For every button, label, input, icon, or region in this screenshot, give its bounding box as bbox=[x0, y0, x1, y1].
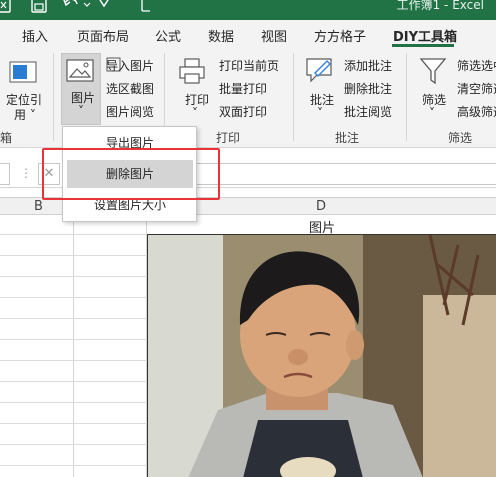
group-label-filter: 筛选 bbox=[448, 131, 473, 145]
row-divider bbox=[0, 360, 147, 361]
portrait-photo bbox=[148, 235, 496, 477]
group-label-toolbox: 箱 bbox=[0, 131, 13, 145]
tab-insert[interactable]: 插入 bbox=[22, 26, 48, 45]
locate-reference-button-line2[interactable]: 用 ˅ bbox=[14, 106, 36, 123]
row-divider bbox=[0, 444, 147, 445]
delete-comment-button[interactable]: 删除批注 bbox=[344, 80, 392, 97]
redo-icon[interactable] bbox=[99, 0, 109, 8]
picture-icon bbox=[66, 59, 94, 82]
touch-mode-icon[interactable] bbox=[141, 0, 150, 12]
group-separator bbox=[406, 53, 407, 141]
filter-selected-button[interactable]: 筛选选中 bbox=[457, 57, 496, 74]
group-separator bbox=[293, 53, 294, 141]
window-title: 工作簿1 - Excel bbox=[396, 0, 484, 12]
save-icon[interactable] bbox=[31, 0, 47, 13]
undo-dropdown-icon[interactable] bbox=[83, 2, 91, 7]
row-divider bbox=[0, 234, 147, 235]
row-divider bbox=[0, 297, 147, 298]
highlight-annotation-box bbox=[42, 148, 220, 200]
row-divider bbox=[0, 381, 147, 382]
formula-bar-grip[interactable]: ⋮ bbox=[20, 166, 32, 180]
quick-access-toolbar bbox=[0, 0, 150, 13]
print-dropdown-caret[interactable]: ˅ bbox=[192, 106, 198, 120]
clear-filter-button[interactable]: 清空筛选 bbox=[457, 80, 496, 97]
tab-diy-toolbox[interactable]: DIY工具箱 bbox=[393, 26, 457, 45]
row-divider bbox=[0, 339, 147, 340]
import-picture-button[interactable]: 导入图片 bbox=[106, 57, 154, 74]
group-label-print: 打印 bbox=[216, 131, 241, 145]
region-screenshot-button[interactable]: 选区截图 bbox=[106, 80, 154, 97]
tab-page-layout[interactable]: 页面布局 bbox=[77, 26, 129, 45]
group-separator bbox=[53, 53, 54, 141]
excel-logo-icon bbox=[0, 0, 11, 13]
filter-dropdown-caret[interactable]: ˅ bbox=[429, 106, 435, 120]
title-bar: 工作簿1 - Excel bbox=[0, 0, 496, 20]
name-box[interactable] bbox=[0, 163, 10, 185]
print-current-page-button[interactable]: 打印当前页 bbox=[219, 57, 279, 74]
duplex-print-button[interactable]: 双面打印 bbox=[219, 103, 267, 120]
picture-dropdown-caret: ˅ bbox=[78, 104, 84, 118]
ribbon-tab-bar: 插入 页面布局 公式 数据 视图 方方格子 DIY工具箱 bbox=[0, 20, 496, 47]
inserted-picture[interactable] bbox=[147, 234, 496, 477]
printer-icon bbox=[179, 58, 205, 84]
row-divider bbox=[0, 423, 147, 424]
row-divider bbox=[0, 255, 147, 256]
undo-icon[interactable] bbox=[63, 0, 78, 7]
comment-pencil-icon bbox=[306, 58, 332, 83]
picture-browse-button[interactable]: 图片阅览 bbox=[106, 103, 154, 120]
tab-formulas[interactable]: 公式 bbox=[155, 26, 181, 45]
batch-print-button[interactable]: 批量打印 bbox=[219, 80, 267, 97]
comment-dropdown-caret[interactable]: ˅ bbox=[317, 106, 323, 120]
add-comment-button[interactable]: 添加批注 bbox=[344, 57, 392, 74]
tab-view[interactable]: 视图 bbox=[261, 26, 287, 45]
filter-funnel-icon bbox=[419, 58, 447, 85]
row-divider bbox=[0, 465, 147, 466]
row-divider bbox=[0, 276, 147, 277]
row-divider bbox=[0, 318, 147, 319]
tab-fangfang[interactable]: 方方格子 bbox=[314, 26, 366, 45]
column-divider bbox=[73, 197, 74, 477]
locate-reference-icon bbox=[9, 61, 37, 83]
column-header-d[interactable]: D bbox=[316, 199, 326, 214]
comment-browse-button[interactable]: 批注阅览 bbox=[344, 103, 392, 120]
tab-data[interactable]: 数据 bbox=[208, 26, 234, 45]
column-header-b[interactable]: B bbox=[34, 199, 43, 214]
advanced-filter-button[interactable]: 高级筛选 bbox=[457, 103, 496, 120]
row-divider bbox=[0, 402, 147, 403]
group-label-comment: 批注 bbox=[335, 131, 360, 145]
